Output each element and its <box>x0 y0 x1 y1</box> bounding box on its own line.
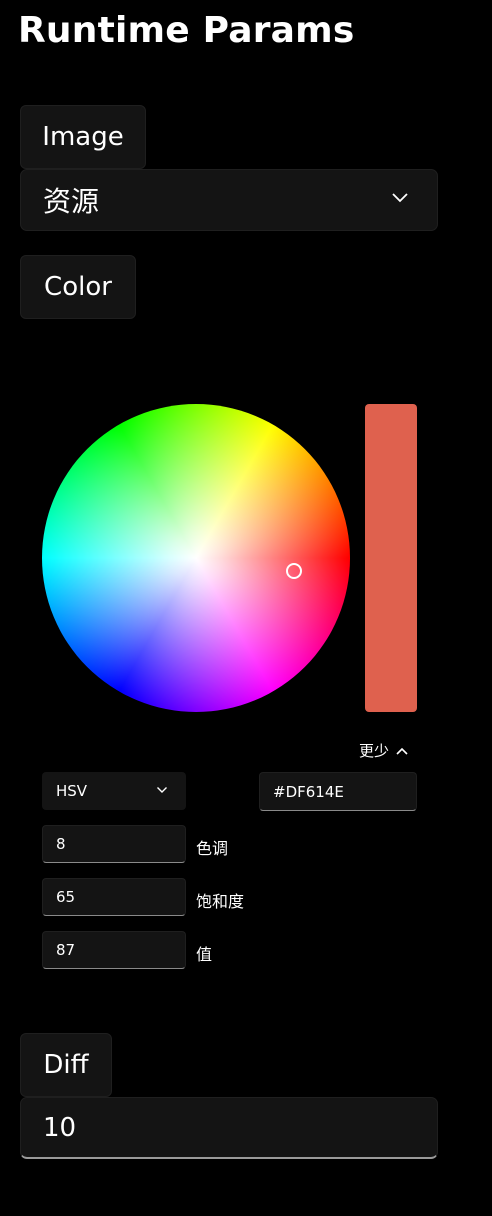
chevron-down-icon <box>157 787 167 793</box>
image-label-text: Image <box>42 122 124 152</box>
color-label-button[interactable]: Color <box>20 255 136 319</box>
diff-label-button[interactable]: Diff <box>20 1033 112 1097</box>
chevron-down-icon <box>392 193 408 203</box>
page-title: Runtime Params <box>18 10 355 51</box>
hue-input[interactable]: 8 <box>42 825 186 863</box>
color-spectrum-wheel[interactable] <box>42 404 350 712</box>
diff-label-text: Diff <box>43 1050 89 1080</box>
hue-label: 色调 <box>196 839 229 858</box>
image-source-dropdown[interactable]: 资源 <box>20 169 438 231</box>
image-source-value: 资源 <box>43 185 100 218</box>
diff-value-input[interactable]: 10 <box>20 1097 438 1159</box>
color-preview-bar <box>365 404 417 712</box>
saturation-input[interactable]: 65 <box>42 878 186 916</box>
wheel-saturation-overlay <box>42 404 350 712</box>
color-wheel-handle[interactable] <box>286 563 302 579</box>
more-less-toggle[interactable]: 更少 <box>359 740 409 761</box>
hex-input[interactable]: #DF614E <box>259 772 417 811</box>
chevron-up-icon <box>396 747 408 755</box>
color-mode-select[interactable]: HSV <box>42 772 186 810</box>
color-label-text: Color <box>44 272 112 302</box>
more-less-label: 更少 <box>359 742 390 760</box>
value-input[interactable]: 87 <box>42 931 186 969</box>
value-label: 值 <box>196 945 213 964</box>
image-label-button[interactable]: Image <box>20 105 146 169</box>
saturation-label: 饱和度 <box>196 892 245 911</box>
color-mode-value: HSV <box>56 782 88 800</box>
